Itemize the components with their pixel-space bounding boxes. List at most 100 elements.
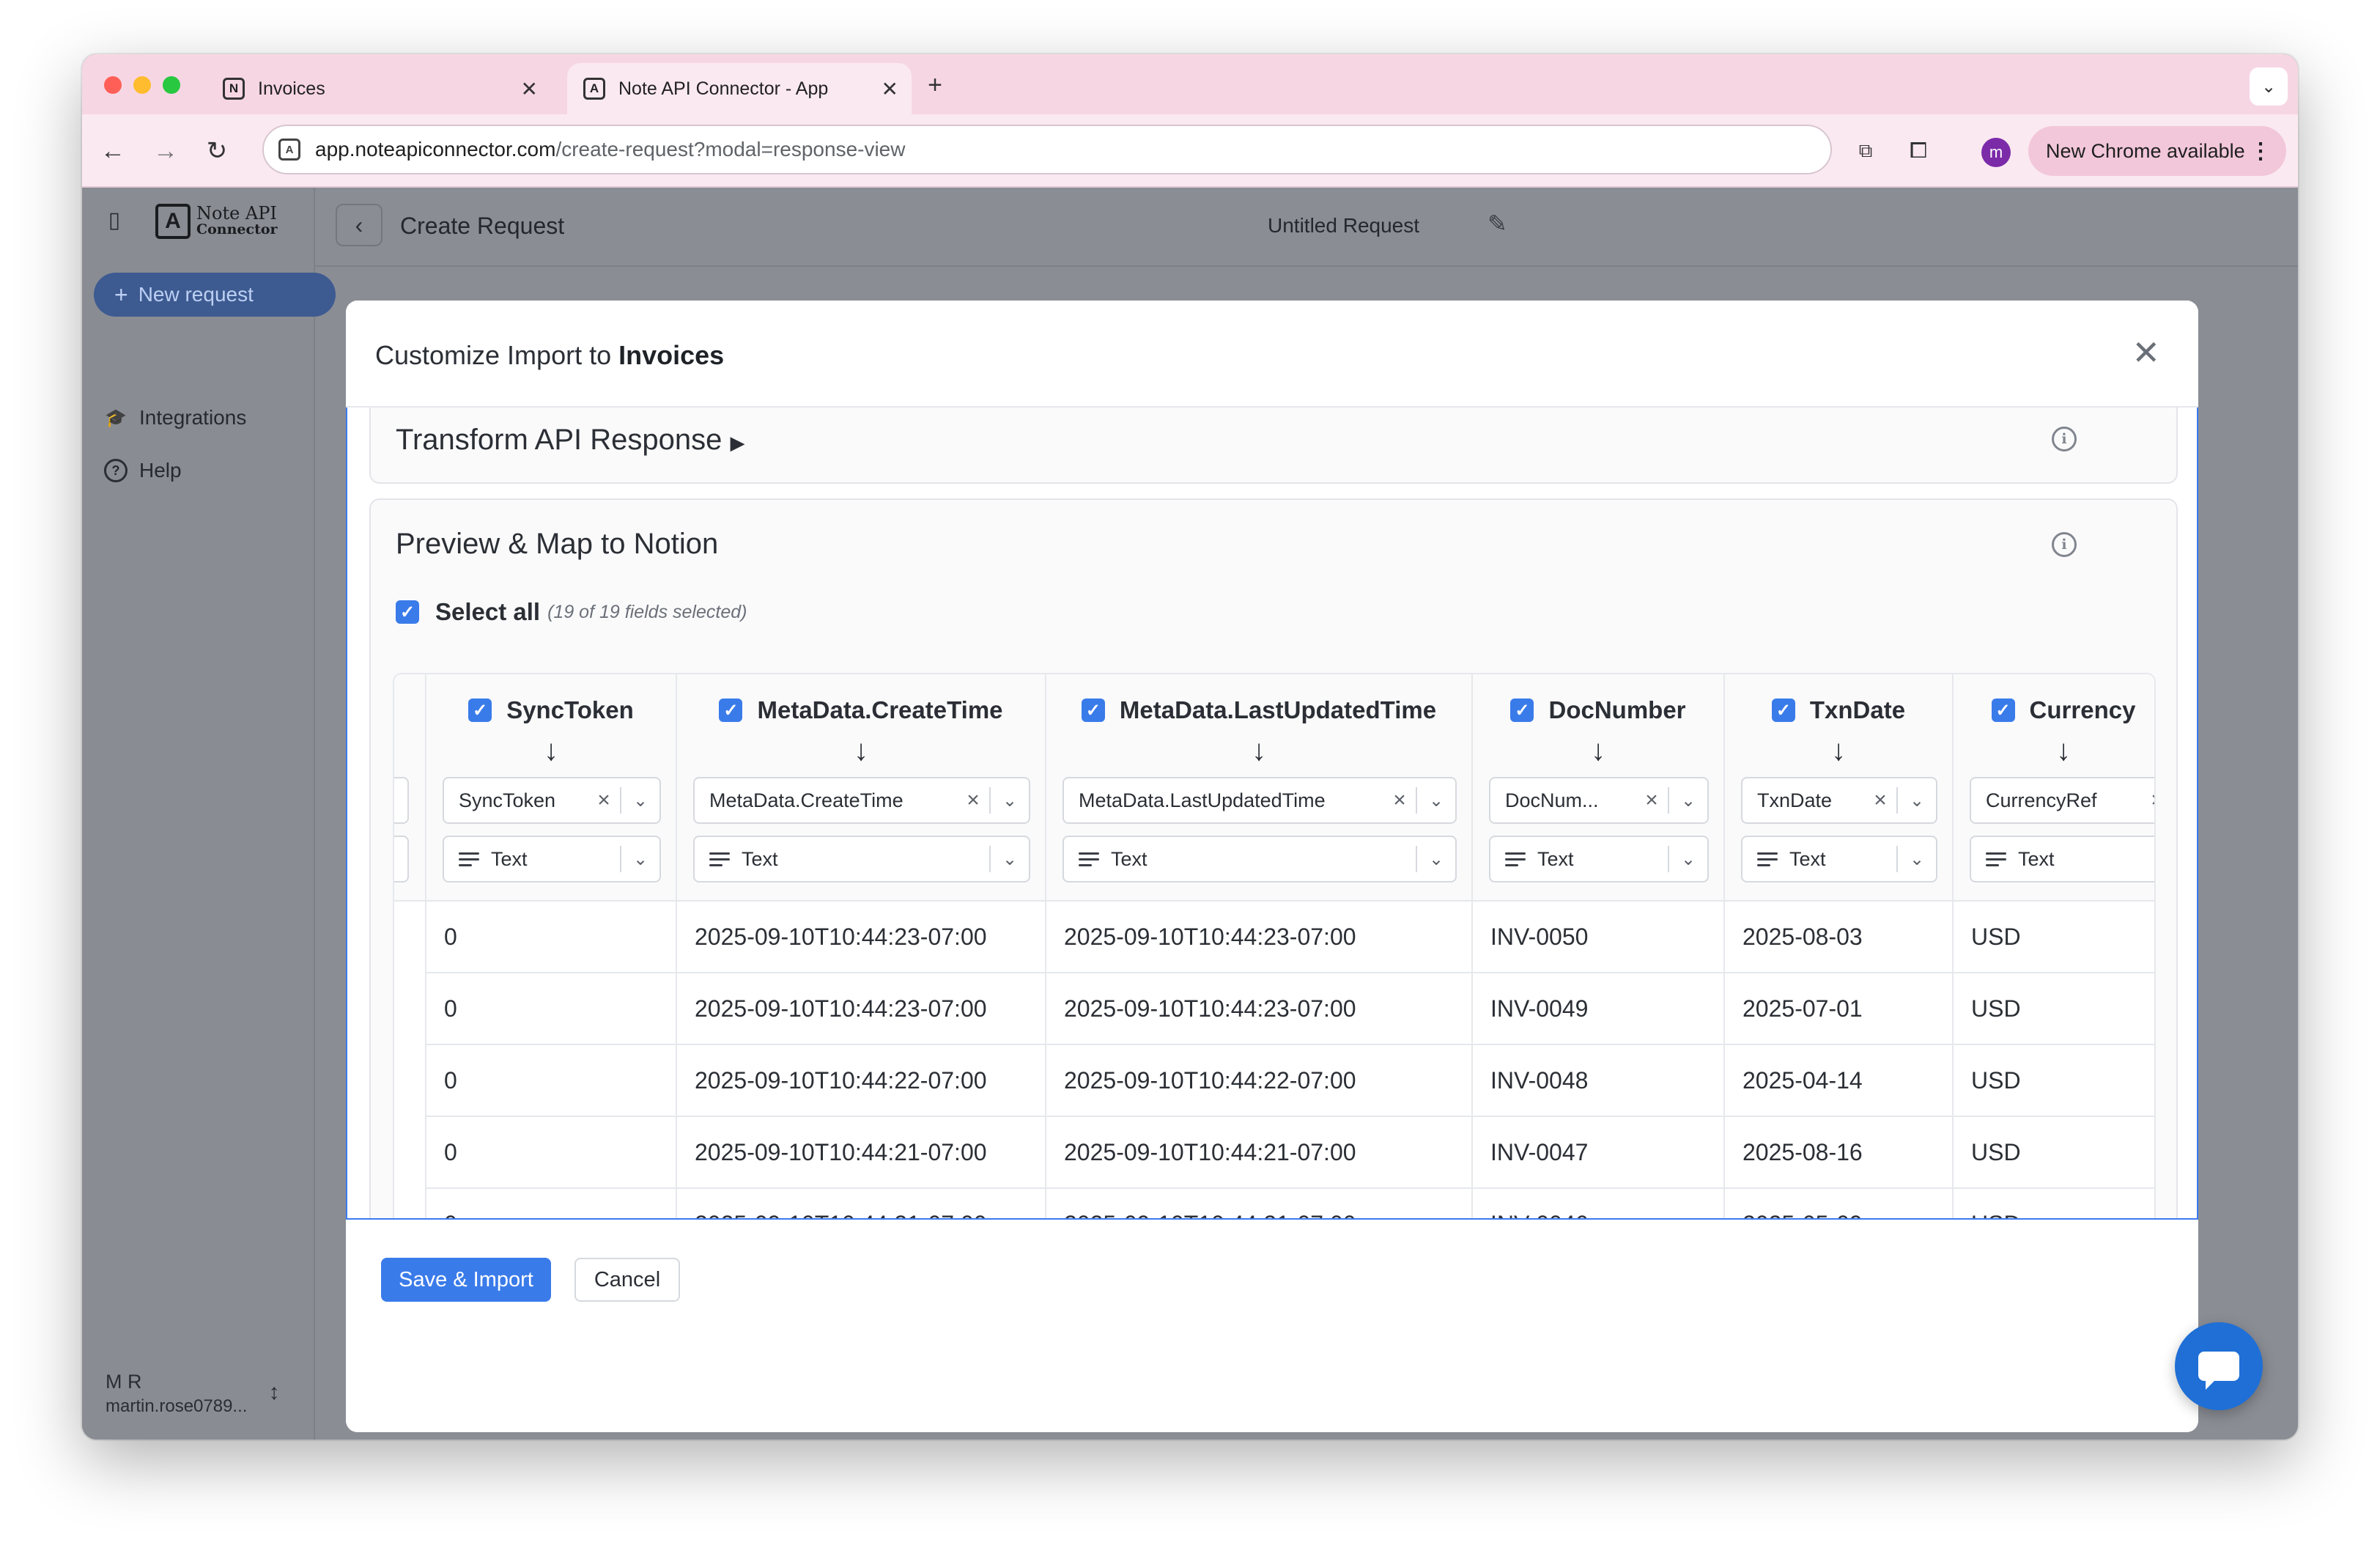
column-header: ✓ Currency ↓ CurrencyRef × Text	[1954, 674, 2154, 902]
table-cell: 2025-07-01	[1725, 973, 1952, 1045]
notion-field-select[interactable]: SyncToken × ⌄	[443, 777, 661, 824]
info-icon[interactable]: i	[2052, 427, 2077, 452]
expand-caret-icon[interactable]: ▶	[731, 432, 745, 454]
notion-field-select[interactable]: MetaData.LastUpdatedTime × ⌄	[1062, 777, 1457, 824]
modal-title-prefix: Customize Import to	[375, 340, 619, 370]
table-cell: USD	[1954, 1045, 2154, 1117]
sidebar-toggle-icon[interactable]: ▯	[97, 202, 132, 237]
property-type-select[interactable]: Text ⌄	[1062, 836, 1457, 882]
selected-type: Text	[491, 847, 528, 870]
arrow-down-icon: ↓	[1831, 734, 1846, 767]
table-cell: 2025-09-10T10:44:23-07:00	[1046, 973, 1471, 1045]
clear-icon[interactable]: ×	[1636, 788, 1668, 813]
forward-icon[interactable]: →	[148, 133, 183, 169]
arrow-down-icon: ↓	[1591, 734, 1605, 767]
modal-close-icon[interactable]: ✕	[2132, 333, 2160, 372]
more-menu-icon[interactable]: ⋮	[2250, 139, 2272, 164]
chevron-down-icon[interactable]: ⌄	[1417, 849, 1455, 870]
chevron-down-icon[interactable]: ⌄	[991, 790, 1029, 811]
tab-invoices[interactable]: N Invoices ✕	[207, 63, 551, 114]
new-request-button[interactable]: + New request	[94, 273, 336, 317]
partial-type-select[interactable]	[394, 836, 409, 882]
chevron-down-icon[interactable]: ⌄	[621, 790, 659, 811]
sidebar-item-integrations[interactable]: 🎓 Integrations	[104, 406, 246, 430]
chat-support-button[interactable]	[2175, 1322, 2263, 1410]
column-checkbox[interactable]: ✓	[1510, 699, 1534, 722]
clear-icon[interactable]: ×	[957, 788, 989, 813]
transform-section[interactable]: Transform API Response ▶ i	[369, 408, 2178, 484]
tab-bar: N Invoices ✕ A Note API Connector - App …	[82, 54, 2298, 114]
notion-field-select[interactable]: TxnDate × ⌄	[1741, 777, 1937, 824]
chevron-down-icon[interactable]: ⌄	[991, 849, 1029, 870]
table-cell: INV-0046	[1473, 1189, 1723, 1219]
edit-pencil-icon[interactable]: ✎	[1488, 210, 1507, 237]
column-checkbox[interactable]: ✓	[1771, 699, 1795, 722]
property-type-select[interactable]: Text	[1970, 836, 2154, 882]
new-chrome-available-button[interactable]: New Chrome available ⋮	[2028, 126, 2286, 176]
clear-icon[interactable]: ×	[2141, 788, 2154, 813]
reload-icon[interactable]: ↻	[199, 133, 234, 169]
close-tab-icon[interactable]: ✕	[521, 77, 538, 101]
tab-note-api-connector[interactable]: A Note API Connector - App ✕	[567, 63, 912, 114]
sidebar-item-help[interactable]: ? Help	[104, 459, 182, 482]
notion-field-select[interactable]: CurrencyRef ×	[1970, 777, 2154, 824]
table-cell: 2025-08-16	[1725, 1117, 1952, 1189]
selected-type: Text	[1537, 847, 1574, 870]
text-type-icon	[1079, 852, 1099, 866]
zoom-window-button[interactable]	[163, 76, 180, 94]
new-tab-icon[interactable]: +	[917, 67, 953, 103]
request-name[interactable]: Untitled Request	[1268, 214, 1419, 237]
notion-field-select[interactable]: MetaData.CreateTime × ⌄	[693, 777, 1030, 824]
select-all-checkbox[interactable]: ✓	[396, 600, 419, 624]
arrow-down-icon: ↓	[2056, 734, 2071, 767]
table-cell: 2025-05-09	[1725, 1189, 1952, 1219]
minimize-window-button[interactable]	[133, 76, 151, 94]
profile-avatar[interactable]: m	[1981, 138, 2011, 167]
property-type-select[interactable]: Text ⌄	[443, 836, 661, 882]
clear-icon[interactable]: ×	[588, 788, 620, 813]
column-checkbox[interactable]: ✓	[468, 699, 492, 722]
url-path: /create-request?modal=response-view	[555, 138, 906, 161]
close-window-button[interactable]	[104, 76, 122, 94]
question-circle-icon: ?	[104, 459, 128, 482]
property-type-select[interactable]: Text ⌄	[1741, 836, 1937, 882]
page-header: ‹ Create Request Untitled Request ✎	[315, 188, 2298, 267]
app-favicon-icon: A	[583, 78, 605, 100]
chevron-down-icon[interactable]: ⌄	[1898, 849, 1936, 870]
notion-field-select[interactable]: DocNum... × ⌄	[1489, 777, 1709, 824]
partial-field-select[interactable]	[394, 777, 409, 824]
back-icon[interactable]: ←	[95, 133, 130, 169]
table-cell: USD	[1954, 973, 2154, 1045]
clear-icon[interactable]: ×	[1864, 788, 1896, 813]
selected-field: SyncToken	[459, 789, 556, 811]
user-account[interactable]: M R martin.rose0789...	[106, 1371, 247, 1417]
cancel-button[interactable]: Cancel	[574, 1258, 680, 1302]
column-checkbox[interactable]: ✓	[1991, 699, 2015, 722]
address-bar[interactable]: A app.noteapiconnector.com/create-reques…	[262, 125, 1832, 174]
close-tab-icon[interactable]: ✕	[882, 77, 898, 101]
site-info-icon[interactable]: A	[278, 139, 300, 161]
property-type-select[interactable]: Text ⌄	[1489, 836, 1709, 882]
chevron-down-icon[interactable]: ⌄	[1417, 790, 1455, 811]
chevron-down-icon[interactable]: ⌄	[1898, 790, 1936, 811]
chevron-down-icon[interactable]: ⌄	[621, 849, 659, 870]
install-app-icon[interactable]: ⧉	[1849, 135, 1882, 167]
chevron-down-icon[interactable]: ⌄	[1669, 849, 1707, 870]
app-logo: A Note API Connector	[155, 204, 278, 239]
column-name: MetaData.LastUpdatedTime	[1119, 696, 1437, 723]
clear-icon[interactable]: ×	[1383, 788, 1416, 813]
column-header: ✓ MetaData.CreateTime ↓ MetaData.CreateTime…	[677, 674, 1045, 902]
back-button[interactable]: ‹	[336, 204, 382, 246]
tab-search-icon[interactable]: ⌄	[2250, 67, 2288, 106]
extensions-icon[interactable]: ⧠	[1902, 135, 1934, 167]
account-expand-icon[interactable]: ↕	[256, 1375, 292, 1410]
browser-toolbar: ← → ↻ A app.noteapiconnector.com/create-…	[82, 114, 2298, 188]
column-checkbox[interactable]: ✓	[1081, 699, 1105, 722]
info-icon[interactable]: i	[2052, 532, 2077, 557]
user-email: martin.rose0789...	[106, 1396, 248, 1416]
table-cell: 0	[426, 902, 676, 973]
column-checkbox[interactable]: ✓	[719, 699, 743, 722]
chevron-down-icon[interactable]: ⌄	[1669, 790, 1707, 811]
property-type-select[interactable]: Text ⌄	[693, 836, 1030, 882]
save-import-button[interactable]: Save & Import	[381, 1258, 551, 1302]
